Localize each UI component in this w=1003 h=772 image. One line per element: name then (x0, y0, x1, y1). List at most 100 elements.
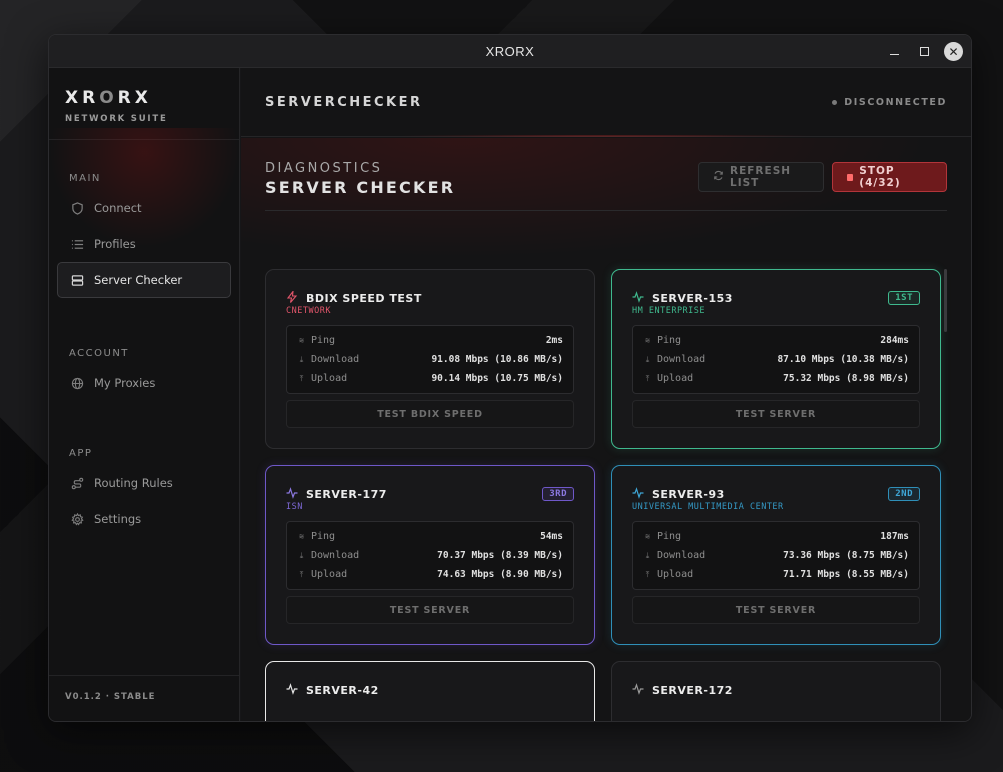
card-name: SERVER-177 (306, 487, 387, 501)
download-value: 73.36 Mbps (8.75 MB/s) (783, 550, 909, 561)
card-title: SERVER-153 (632, 290, 733, 306)
rank-badge: 1ST (888, 291, 920, 305)
server-card-177[interactable]: SERVER-177 3RD ISN ≋ Ping 54ms ⤓ Download 70… (265, 465, 595, 645)
upload-icon: ⤒ (299, 569, 304, 579)
wifi-icon: ≋ (645, 336, 650, 345)
server-card-93[interactable]: SERVER-93 2ND UNIVERSAL MULTIMEDIA CENTE… (611, 465, 941, 645)
sidebar: XRORX NETWORK SUITE MAIN Connect Profile… (49, 68, 240, 721)
refresh-list-button[interactable]: REFRESH LIST (698, 162, 824, 192)
stats-panel: ≋ Ping 284ms ⤓ Download 87.10 Mbps (10.38 MB… (632, 325, 920, 394)
maximize-button[interactable] (914, 42, 934, 62)
close-icon: ✕ (948, 44, 959, 59)
ping-value: 54ms (540, 531, 563, 542)
server-icon (70, 273, 84, 287)
sidebar-item-label: Connect (94, 201, 142, 215)
stat-row-upload: ⤒ Upload 90.14 Mbps (10.75 MB/s) (297, 369, 563, 388)
nav-section-account: ACCOUNT My Proxies (57, 348, 231, 401)
test-server-button[interactable]: TEST SERVER (286, 596, 574, 624)
sidebar-item-server-checker[interactable]: Server Checker (57, 262, 231, 298)
refresh-label: REFRESH LIST (730, 165, 792, 189)
card-subtitle: CNETWORK (286, 306, 331, 316)
globe-icon (70, 376, 84, 390)
stat-label-text: Upload (311, 569, 348, 580)
card-subtitle: ISN (286, 502, 303, 512)
download-icon: ⤓ (299, 354, 304, 364)
card-name: BDIX SPEED TEST (306, 291, 422, 305)
sidebar-item-profiles[interactable]: Profiles (57, 226, 231, 262)
connection-status: DISCONNECTED (832, 97, 947, 108)
test-server-button[interactable]: TEST SERVER (632, 400, 920, 428)
stats-panel: ≋ Ping 187ms ⤓ Download 73.36 Mbps (8.75 MB/… (632, 521, 920, 590)
stat-label: ≋ Ping (297, 335, 335, 346)
minimize-button[interactable] (884, 42, 904, 62)
stat-label-text: Download (311, 550, 360, 561)
stat-label: ⤓ Download (643, 550, 705, 561)
stat-label: ⤒ Upload (643, 373, 693, 384)
main-panel: SERVERCHECKER DISCONNECTED DIAGNOSTICS S… (241, 68, 971, 721)
page-head: DIAGNOSTICS SERVER CHECKER REFRESH LIST … (265, 161, 947, 211)
card-title: SERVER-93 (632, 486, 725, 502)
card-title: SERVER-177 (286, 486, 387, 502)
download-value: 91.08 Mbps (10.86 MB/s) (431, 354, 563, 365)
sidebar-item-connect[interactable]: Connect (57, 190, 231, 226)
pulse-icon (632, 682, 644, 698)
gear-icon (70, 512, 84, 526)
sidebar-item-settings[interactable]: Settings (57, 501, 231, 537)
refresh-icon (713, 170, 724, 184)
server-card-bdix[interactable]: BDIX SPEED TEST CNETWORK ≋ Ping 2ms ⤓ Downl… (265, 269, 595, 449)
nav-heading: MAIN (69, 173, 101, 184)
stat-label: ⤒ Upload (643, 569, 693, 580)
content-scrollbar[interactable] (944, 269, 947, 332)
sidebar-item-label: Server Checker (94, 273, 183, 287)
page-actions: REFRESH LIST STOP (4/32) (698, 162, 947, 192)
stat-label-text: Ping (311, 531, 336, 542)
download-icon: ⤓ (645, 354, 650, 364)
window-title: XRORX (485, 43, 535, 59)
stat-row-download: ⤓ Download 91.08 Mbps (10.86 MB/s) (297, 350, 563, 369)
version-label: V0.1.2 · STABLE (49, 675, 239, 721)
card-title: SERVER-42 (286, 682, 379, 698)
stat-label-text: Download (311, 354, 360, 365)
stop-button[interactable]: STOP (4/32) (832, 162, 947, 192)
test-server-button[interactable]: TEST SERVER (632, 596, 920, 624)
stat-label-text: Download (657, 550, 706, 561)
status-dot-icon (832, 99, 838, 105)
sidebar-item-label: Routing Rules (94, 476, 173, 490)
server-card-42[interactable]: SERVER-42 (265, 661, 595, 721)
stat-row-download: ⤓ Download 70.37 Mbps (8.39 MB/s) (297, 546, 563, 565)
upload-icon: ⤒ (645, 373, 650, 383)
title-bar[interactable]: XRORX ✕ (49, 35, 971, 68)
stat-row-upload: ⤒ Upload 75.32 Mbps (8.98 MB/s) (643, 369, 909, 388)
shield-icon (70, 201, 84, 215)
logo-part: O (99, 88, 118, 108)
rank-badge: 2ND (888, 487, 920, 501)
pulse-icon (286, 682, 298, 698)
stat-row-ping: ≋ Ping 2ms (297, 331, 563, 350)
nav-section-main: MAIN Connect Profiles Server Checker (57, 173, 231, 298)
stat-row-ping: ≋ Ping 284ms (643, 331, 909, 350)
rank-badge: 3RD (542, 487, 574, 501)
upload-icon: ⤒ (299, 373, 304, 383)
sidebar-item-label: My Proxies (94, 376, 156, 390)
sidebar-item-my-proxies[interactable]: My Proxies (57, 365, 231, 401)
header-title: SERVERCHECKER (265, 94, 423, 110)
stats-panel: ≋ Ping 54ms ⤓ Download 70.37 Mbps (8.39 MB/s… (286, 521, 574, 590)
window-controls: ✕ (884, 35, 963, 68)
stats-panel: ≋ Ping 2ms ⤓ Download 91.08 Mbps (10.86 MB/s… (286, 325, 574, 394)
sidebar-item-label: Settings (94, 512, 142, 526)
server-card-153[interactable]: SERVER-153 1ST HM ENTERPRISE ≋ Ping 284ms … (611, 269, 941, 449)
stat-row-ping: ≋ Ping 54ms (297, 527, 563, 546)
stat-label-text: Upload (657, 373, 694, 384)
download-value: 70.37 Mbps (8.39 MB/s) (437, 550, 563, 561)
stat-label: ⤒ Upload (297, 373, 347, 384)
loading-bars-icon (416, 720, 436, 721)
test-bdix-speed-button[interactable]: TEST BDIX SPEED (286, 400, 574, 428)
pulse-icon (632, 486, 644, 502)
stat-row-ping: ≋ Ping 187ms (643, 527, 909, 546)
sidebar-item-routing-rules[interactable]: Routing Rules (57, 465, 231, 501)
stat-label: ≋ Ping (643, 335, 681, 346)
ping-value: 2ms (545, 335, 563, 346)
wifi-icon: ≋ (299, 532, 304, 541)
close-button[interactable]: ✕ (944, 42, 963, 61)
server-card-172[interactable]: SERVER-172 (611, 661, 941, 721)
